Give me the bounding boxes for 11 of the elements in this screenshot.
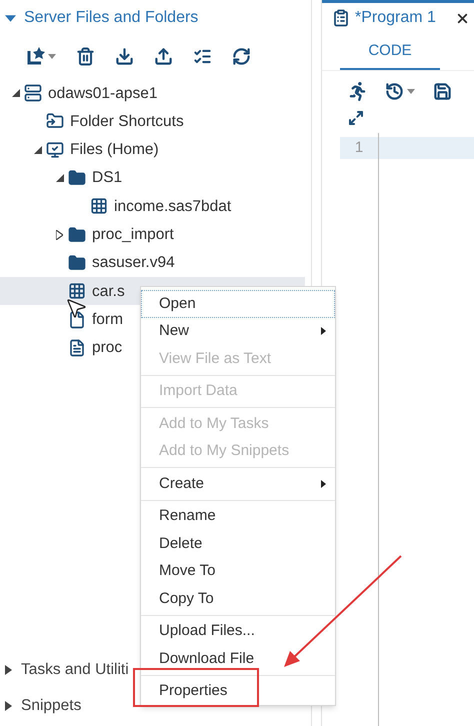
- line-number: 1: [340, 137, 378, 159]
- tree-label: odaws01-apse1: [48, 84, 158, 104]
- tree-label: form: [92, 310, 123, 330]
- tree-label: DS1: [92, 168, 122, 188]
- tree-label: Folder Shortcuts: [70, 112, 184, 132]
- tree-label: Files (Home): [70, 140, 159, 160]
- tree-label: sasuser.v94: [92, 253, 175, 274]
- tree-label: car.s: [92, 282, 125, 302]
- tree-label: proc: [92, 338, 122, 358]
- tree-label: proc_import: [92, 225, 174, 245]
- tree-label: income.sas7bdat: [114, 196, 232, 217]
